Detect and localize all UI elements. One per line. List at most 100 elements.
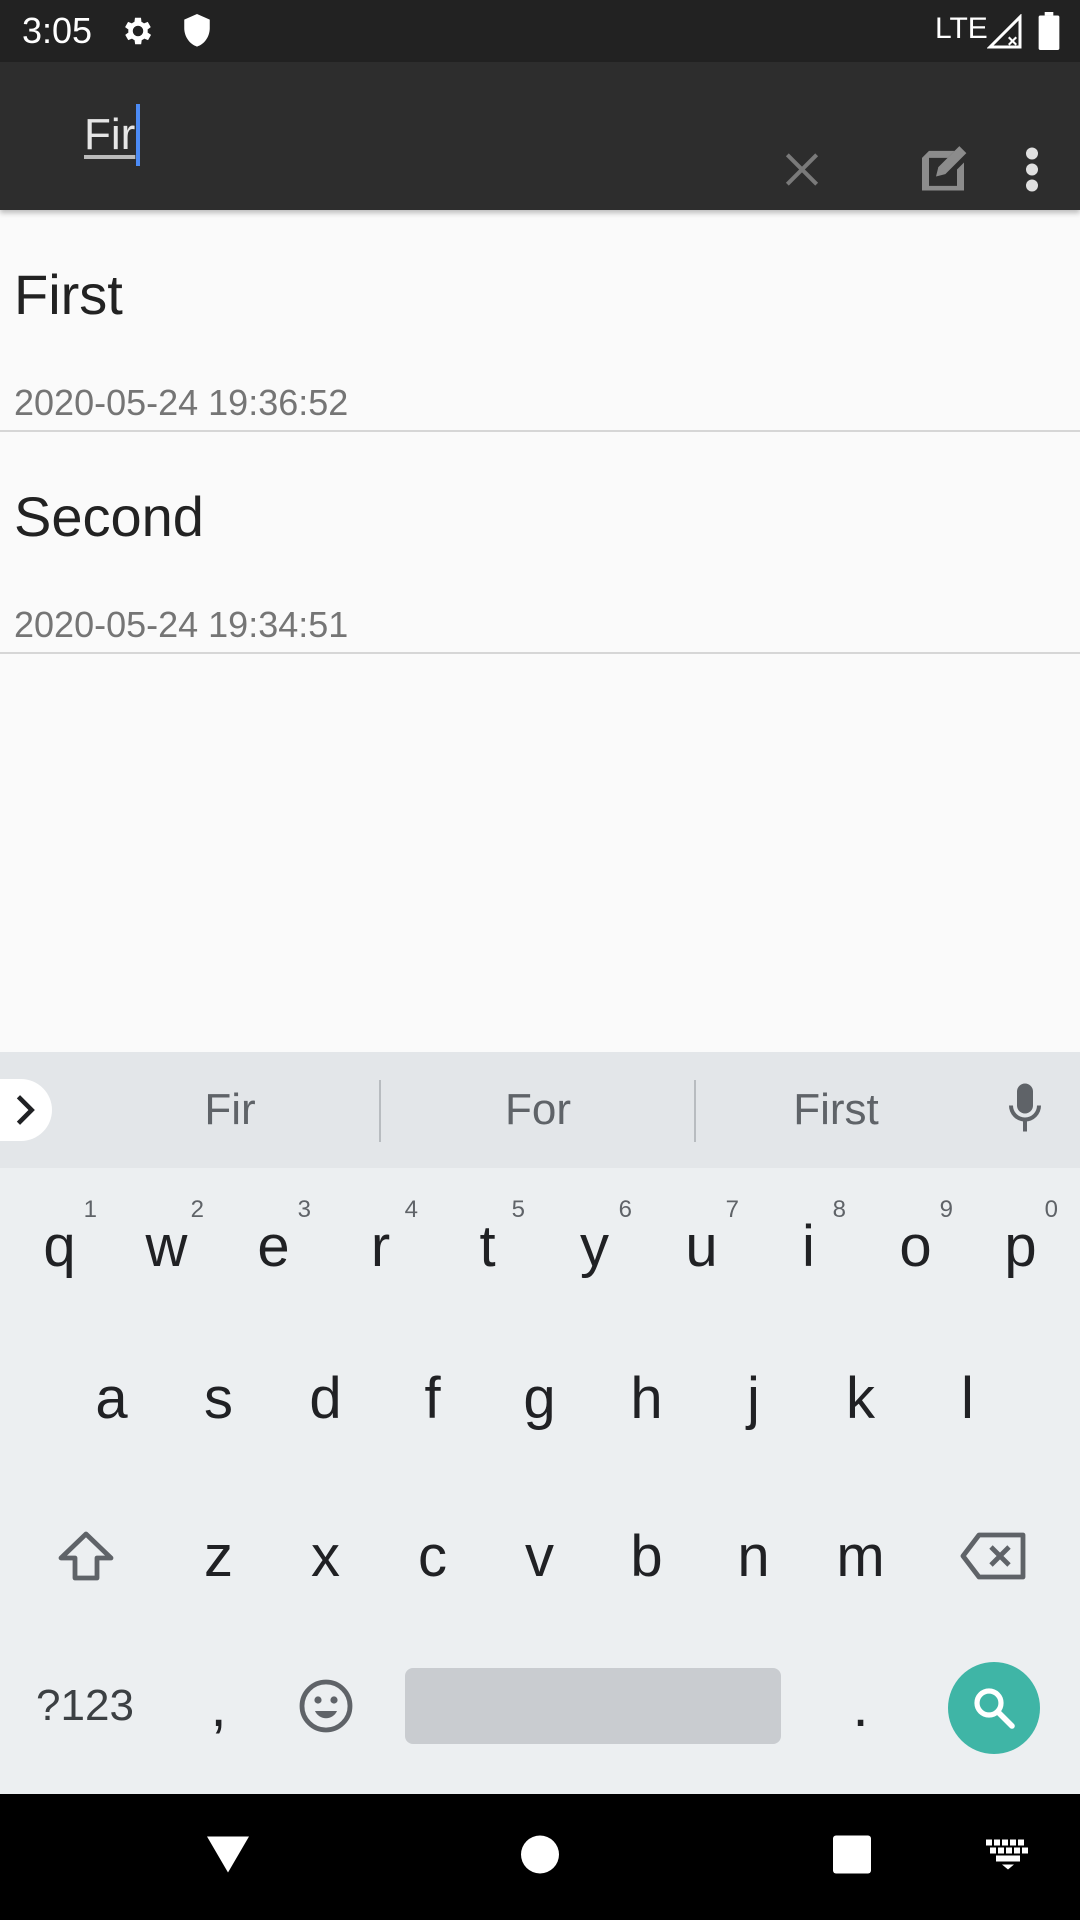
key-hint: 0	[1044, 1196, 1058, 1223]
key-c[interactable]: c	[379, 1486, 486, 1626]
note-title: Second	[14, 485, 204, 548]
suggestion-3[interactable]: First	[696, 1052, 976, 1168]
battery-icon	[1038, 12, 1060, 55]
search-action-key[interactable]	[948, 1662, 1040, 1754]
overflow-menu-button[interactable]	[1024, 146, 1040, 199]
status-time: 3:05	[22, 10, 93, 51]
key-s[interactable]: s	[165, 1328, 272, 1468]
chevron-right-icon	[16, 1095, 35, 1125]
key-hint: 9	[939, 1196, 953, 1223]
notes-list: First 2020-05-24 19:36:52 Second 2020-05…	[0, 210, 1080, 654]
shift-icon	[58, 1531, 113, 1581]
key-label: u	[685, 1213, 718, 1279]
key-m[interactable]: m	[807, 1486, 914, 1626]
key-k[interactable]: k	[807, 1328, 914, 1468]
search-input[interactable]: Fir	[84, 98, 724, 172]
key-label: p	[1004, 1213, 1037, 1279]
recents-icon	[833, 1835, 871, 1874]
note-item[interactable]: Second 2020-05-24 19:34:51	[0, 432, 1080, 654]
compose-button[interactable]	[915, 142, 971, 203]
voice-input-button[interactable]	[1005, 1082, 1045, 1139]
backspace-key[interactable]	[940, 1486, 1047, 1626]
key-u[interactable]: u7	[648, 1176, 755, 1316]
key-hint: 5	[511, 1196, 525, 1223]
key-z[interactable]: z	[165, 1486, 272, 1626]
key-v[interactable]: v	[486, 1486, 593, 1626]
key-x[interactable]: x	[272, 1486, 379, 1626]
emoji-icon	[299, 1679, 352, 1733]
emoji-key[interactable]	[272, 1636, 379, 1776]
key-b[interactable]: b	[593, 1486, 700, 1626]
shift-key[interactable]	[32, 1486, 139, 1626]
key-n[interactable]: n	[700, 1486, 807, 1626]
comma-key[interactable]: ,	[165, 1636, 272, 1776]
key-hint: 4	[404, 1196, 418, 1223]
key-label: o	[899, 1213, 932, 1279]
key-h[interactable]: h	[593, 1328, 700, 1468]
microphone-icon	[1009, 1083, 1041, 1132]
key-label: q	[43, 1213, 76, 1279]
overflow-menu-icon	[1026, 147, 1038, 192]
space-key[interactable]	[405, 1668, 781, 1744]
network-type: LTE	[935, 12, 988, 45]
key-label: i	[802, 1213, 815, 1279]
key-r[interactable]: r4	[327, 1176, 434, 1316]
home-icon	[521, 1835, 559, 1874]
home-button[interactable]	[520, 1835, 560, 1880]
backspace-icon	[960, 1532, 1025, 1580]
soft-keyboard: Fir For First q1 w2 e3 r4 t5 y6 u7 i8 o9…	[0, 1052, 1080, 1794]
note-date: 2020-05-24 19:34:51	[14, 604, 349, 645]
key-i[interactable]: i8	[755, 1176, 862, 1316]
expand-suggestions-button[interactable]	[0, 1079, 52, 1141]
symbols-key[interactable]: ?123	[20, 1636, 150, 1776]
note-title: First	[14, 263, 123, 326]
period-key[interactable]: .	[807, 1636, 914, 1776]
note-date: 2020-05-24 19:36:52	[14, 382, 349, 423]
key-y[interactable]: y6	[541, 1176, 648, 1316]
suggestion-strip: Fir For First	[0, 1052, 1080, 1168]
recents-button[interactable]	[832, 1835, 872, 1880]
suggestion-2[interactable]: For	[381, 1052, 695, 1168]
key-label: w	[145, 1213, 188, 1279]
key-label: t	[479, 1213, 496, 1279]
status-bar: 3:05 LTE	[0, 0, 1080, 62]
keyboard-switch-icon	[986, 1839, 1028, 1870]
key-w[interactable]: w2	[113, 1176, 220, 1316]
suggestion-1[interactable]: Fir	[80, 1052, 380, 1168]
key-j[interactable]: j	[700, 1328, 807, 1468]
clear-search-button[interactable]	[780, 148, 824, 197]
navigation-bar	[0, 1794, 1080, 1920]
key-label: e	[257, 1213, 290, 1279]
key-l[interactable]: l	[914, 1328, 1021, 1468]
key-t[interactable]: t5	[434, 1176, 541, 1316]
key-q[interactable]: q1	[6, 1176, 113, 1316]
key-hint: 6	[618, 1196, 632, 1223]
key-a[interactable]: a	[58, 1328, 165, 1468]
signal-icon	[986, 13, 1023, 55]
key-hint: 8	[832, 1196, 846, 1223]
shield-icon	[180, 12, 214, 55]
key-label: r	[370, 1213, 391, 1279]
key-o[interactable]: o9	[862, 1176, 969, 1316]
back-icon	[207, 1836, 249, 1873]
compose-icon	[922, 146, 967, 191]
search-input-text: Fir	[84, 110, 136, 159]
key-hint: 2	[190, 1196, 204, 1223]
note-item[interactable]: First 2020-05-24 19:36:52	[0, 210, 1080, 432]
key-hint: 3	[297, 1196, 311, 1223]
key-d[interactable]: d	[272, 1328, 379, 1468]
key-g[interactable]: g	[486, 1328, 593, 1468]
key-hint: 1	[83, 1196, 97, 1223]
key-p[interactable]: p0	[967, 1176, 1074, 1316]
app-toolbar: Fir	[0, 62, 1080, 210]
key-f[interactable]: f	[379, 1328, 486, 1468]
text-cursor	[136, 104, 141, 166]
back-button[interactable]	[205, 1835, 251, 1880]
key-e[interactable]: e3	[220, 1176, 327, 1316]
gear-icon	[120, 13, 156, 54]
keyboard-switch-button[interactable]	[986, 1839, 1030, 1875]
close-icon	[785, 153, 819, 186]
key-label: y	[580, 1213, 609, 1279]
key-hint: 7	[725, 1196, 739, 1223]
search-icon	[974, 1688, 1015, 1729]
